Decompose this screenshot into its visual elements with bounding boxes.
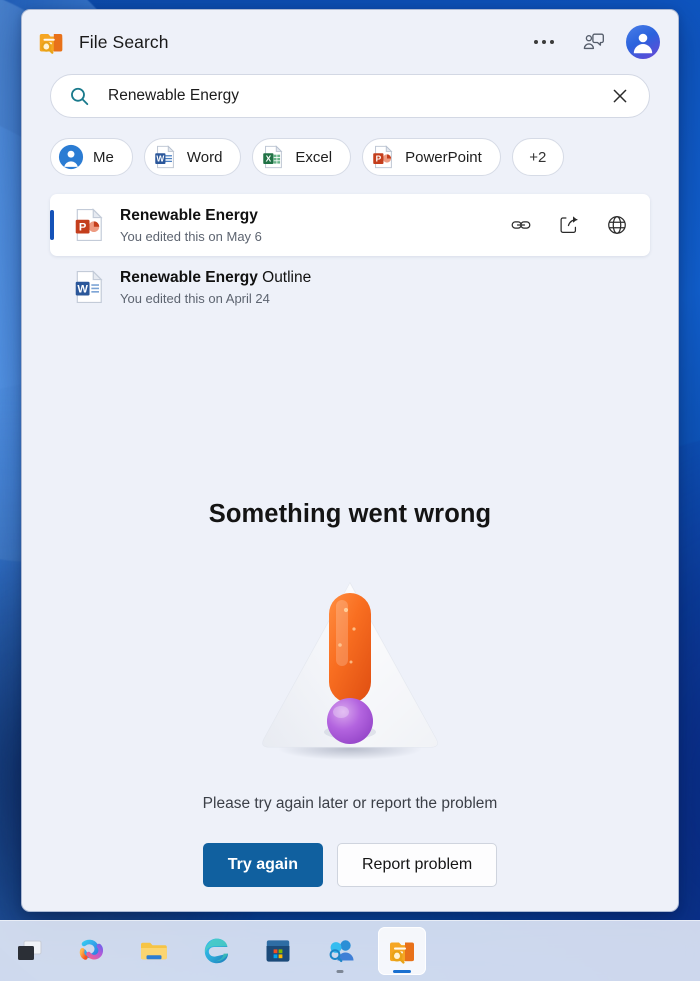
- file-explorer-icon: [141, 942, 167, 960]
- search-icon: [71, 87, 89, 105]
- people-search-icon: [329, 940, 354, 963]
- word-file-icon: W: [155, 145, 175, 169]
- svg-text:W: W: [77, 283, 88, 295]
- taskbar-running-indicator: [336, 970, 344, 973]
- task-view-icon: [18, 940, 42, 960]
- result-text: Renewable Energy Outline You edited this…: [120, 268, 311, 305]
- taskbar-file-search[interactable]: [378, 927, 426, 975]
- account-avatar[interactable]: [626, 25, 660, 59]
- error-subtitle: Please try again later or report the pro…: [202, 795, 498, 812]
- error-state: Something went wrong Please try again la…: [22, 318, 678, 911]
- filter-chip-me[interactable]: Me: [50, 138, 133, 176]
- share-icon: [560, 216, 578, 233]
- results-list: P Renewable Energy You edited this on Ma…: [22, 176, 678, 318]
- powerpoint-file-icon: P: [75, 208, 103, 241]
- filter-chip-label: +2: [529, 148, 547, 166]
- svg-text:P: P: [376, 154, 382, 164]
- filter-chip-label: Word: [186, 148, 223, 166]
- filter-chip-powerpoint[interactable]: P PowerPoint: [362, 138, 501, 176]
- file-search-window: File Search Renewable Energy Me W Word X…: [21, 9, 679, 912]
- result-title-rest: Outline: [257, 269, 312, 287]
- filter-chip-word[interactable]: W Word: [143, 138, 242, 176]
- copy-link-button[interactable]: [508, 212, 534, 238]
- result-title-match: Renewable Energy: [120, 207, 258, 225]
- error-actions: Try again Report problem: [202, 843, 498, 887]
- taskbar-search-people[interactable]: [316, 927, 364, 975]
- taskbar-edge[interactable]: [192, 927, 240, 975]
- error-heading: Something went wrong: [208, 500, 492, 528]
- taskbar-microsoft-store[interactable]: [254, 927, 302, 975]
- taskbar-task-view[interactable]: [6, 927, 54, 975]
- copy-link-icon: [511, 221, 531, 229]
- search-input[interactable]: [108, 87, 607, 105]
- svg-text:X: X: [266, 154, 272, 164]
- filter-chip-excel[interactable]: X Excel: [252, 138, 352, 176]
- ellipsis-icon: [534, 40, 554, 44]
- folder-search-icon: [390, 942, 414, 964]
- filter-chip-label: PowerPoint: [405, 148, 482, 166]
- result-row-selected[interactable]: P Renewable Energy You edited this on Ma…: [50, 194, 650, 256]
- powerpoint-file-icon: P: [373, 145, 393, 169]
- result-subtitle: You edited this on April 24: [120, 290, 270, 306]
- search-area: [22, 74, 678, 118]
- taskbar: [0, 920, 700, 981]
- filter-chip-more[interactable]: +2: [511, 138, 564, 176]
- person-avatar-icon: [633, 33, 653, 54]
- selection-indicator: [50, 210, 54, 240]
- close-icon: [613, 89, 627, 103]
- filter-chip-label: Me: [93, 148, 114, 166]
- word-file-icon: W: [75, 270, 103, 303]
- try-again-button[interactable]: Try again: [202, 843, 323, 887]
- taskbar-active-indicator: [393, 970, 411, 973]
- folder-search-icon: [39, 34, 63, 54]
- filter-chip-label: Excel: [295, 148, 333, 166]
- taskbar-file-explorer[interactable]: [130, 927, 178, 975]
- taskbar-copilot[interactable]: [68, 927, 116, 975]
- svg-text:W: W: [156, 154, 164, 164]
- titlebar-actions: [526, 25, 660, 59]
- copilot-icon: [79, 939, 104, 960]
- titlebar: File Search: [22, 10, 678, 74]
- result-title-match: Renewable Energy: [120, 269, 258, 287]
- result-text: Renewable Energy You edited this on May …: [120, 206, 262, 243]
- excel-file-icon: X: [263, 145, 283, 169]
- edge-browser-icon: [204, 938, 228, 964]
- clear-search-button[interactable]: [607, 83, 633, 109]
- warning-triangle-illustration: [262, 581, 438, 760]
- search-bar[interactable]: [50, 74, 650, 118]
- feedback-button[interactable]: [576, 25, 612, 59]
- microsoft-store-icon: [266, 940, 290, 962]
- desktop: File Search Renewable Energy Me W Word X…: [0, 0, 700, 981]
- more-options-button[interactable]: [526, 25, 562, 59]
- svg-text:P: P: [79, 221, 87, 233]
- share-button[interactable]: [556, 212, 582, 238]
- window-title: File Search: [79, 31, 169, 52]
- result-subtitle: You edited this on May 6: [120, 228, 262, 244]
- result-title: Renewable Energy Outline: [120, 268, 311, 287]
- result-row-actions: [508, 212, 636, 238]
- report-problem-button[interactable]: Report problem: [336, 843, 498, 887]
- open-in-browser-icon: [608, 216, 626, 234]
- filter-chips: Me W Word X Excel P PowerPoint +2: [22, 118, 678, 176]
- open-in-browser-button[interactable]: [604, 212, 630, 238]
- feedback-chat-icon: [583, 33, 604, 50]
- result-title: Renewable Energy: [120, 206, 262, 225]
- result-row[interactable]: W Renewable Energy Outline You edited th…: [50, 256, 650, 318]
- person-avatar-icon: [58, 144, 84, 170]
